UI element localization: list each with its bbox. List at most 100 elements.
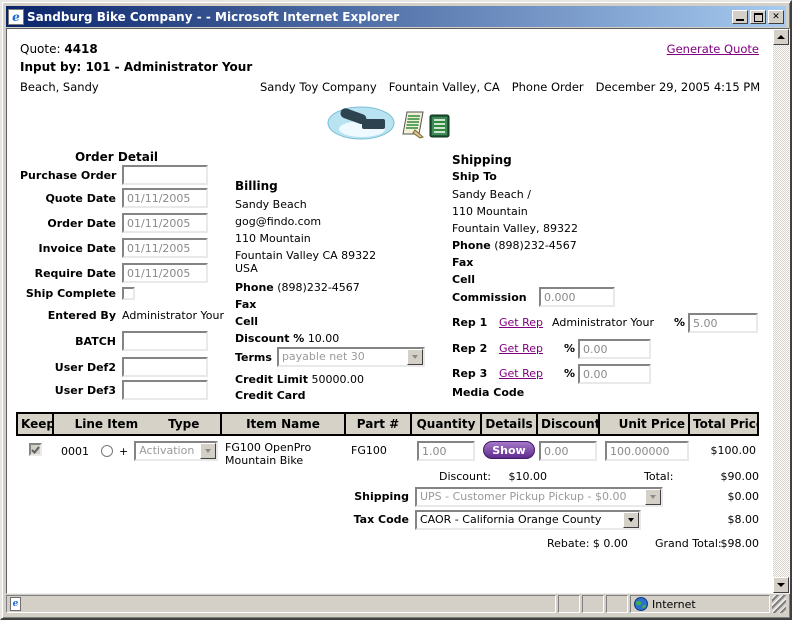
user-def3-label: User Def3 — [20, 384, 122, 397]
page-icon: e — [10, 597, 21, 611]
rep1-pct-label: % — [674, 316, 685, 329]
line-discount-input — [539, 441, 597, 461]
line-type-select: Activation — [134, 441, 218, 461]
shipping-phone-label: Phone — [452, 239, 491, 252]
show-details-button[interactable]: Show — [483, 441, 535, 459]
window-title: Sandburg Bike Company - - Microsoft Inte… — [27, 10, 732, 24]
company-name: Sandy Toy Company — [260, 80, 377, 94]
billing-fax-label: Fax — [235, 298, 256, 311]
billing-address2: Fountain Valley CA 89322 — [235, 249, 376, 262]
order-date-input — [122, 213, 208, 233]
status-panel-2 — [582, 595, 604, 613]
quote-number: 4418 — [64, 42, 97, 56]
order-type: Phone Order — [512, 80, 584, 94]
shipping-heading: Shipping — [452, 153, 512, 167]
billing-cell-label: Cell — [235, 315, 258, 328]
order-discount-value: $10.00 — [477, 470, 547, 483]
shipping-method-label: Shipping — [309, 490, 409, 503]
line-items-table: Keep Line ItemType Item Name Part # Quan… — [16, 412, 759, 467]
rep2-pct-input — [578, 339, 651, 359]
rep2-get-rep-link[interactable]: Get Rep — [499, 342, 543, 355]
entered-by-value: Administrator Your — [122, 309, 224, 322]
col-line-item: Line Item — [75, 417, 138, 431]
status-panel-1 — [558, 595, 580, 613]
rep3-get-rep-link[interactable]: Get Rep — [499, 367, 543, 380]
shipping-dropdown-arrow — [645, 489, 661, 505]
expand-line-button[interactable]: + — [119, 445, 128, 458]
line-number: 0001 — [61, 445, 89, 458]
ship-complete-checkbox[interactable] — [122, 287, 135, 300]
billing-phone-label: Phone — [235, 281, 274, 294]
grand-total-value: $98.00 — [689, 537, 759, 550]
ship-to-label: Ship To — [452, 170, 497, 183]
line-type-radio[interactable] — [101, 445, 113, 457]
terms-selected-value: payable net 30 — [279, 349, 407, 365]
terms-select: payable net 30 — [277, 347, 425, 367]
status-main-panel: e — [6, 595, 556, 613]
browser-client-area: Quote: 4418 Generate Quote Input by: 101… — [6, 28, 790, 594]
close-button[interactable]: ✕ — [768, 10, 784, 24]
user-def2-label: User Def2 — [20, 361, 122, 374]
address-book-icon[interactable] — [428, 113, 451, 142]
batch-input[interactable] — [122, 331, 208, 351]
billing-heading: Billing — [235, 179, 278, 193]
quote-date-input — [122, 188, 208, 208]
title-bar: e Sandburg Bike Company - - Microsoft In… — [6, 6, 786, 27]
scroll-up-button[interactable] — [773, 29, 789, 45]
billing-email: gog@findo.com — [235, 215, 321, 228]
line-type-selected: Activation — [136, 443, 200, 459]
notes-icon[interactable] — [401, 110, 426, 142]
rep1-label: Rep 1 — [452, 316, 487, 329]
tax-amount: $8.00 — [689, 513, 759, 526]
billing-phone-value: (898)232-4567 — [277, 281, 360, 294]
terms-label: Terms — [235, 351, 272, 364]
globe-icon — [634, 597, 648, 611]
item-name: FG100 OpenPro Mountain Bike — [221, 435, 345, 467]
input-by-line: Input by: 101 - Administrator Your — [20, 60, 252, 74]
logo-oval-icon[interactable] — [327, 106, 395, 143]
rep1-get-rep-link[interactable]: Get Rep — [499, 316, 543, 329]
resize-grip[interactable] — [772, 595, 786, 613]
col-unit-price: Unit Price — [599, 413, 689, 435]
status-bar: e Internet — [6, 594, 786, 614]
col-quantity: Quantity — [411, 413, 481, 435]
scroll-up-icon — [777, 35, 785, 39]
col-details: Details — [481, 413, 537, 435]
rep3-pct-input — [578, 364, 651, 384]
commission-label: Commission — [452, 291, 539, 304]
rep3-label: Rep 3 — [452, 367, 487, 380]
col-part-number: Part # — [345, 413, 411, 435]
scroll-down-button[interactable] — [773, 577, 789, 593]
ship-complete-label: Ship Complete — [20, 287, 122, 300]
user-def2-input[interactable] — [122, 357, 208, 377]
rep2-pct-label: % — [564, 342, 575, 355]
ship-to-name: Sandy Beach / — [452, 188, 531, 201]
credit-limit-label: Credit Limit — [235, 373, 308, 386]
terms-dropdown-arrow — [407, 349, 423, 365]
line-total-price: $100.00 — [689, 435, 758, 467]
shipping-amount: $0.00 — [689, 490, 759, 503]
vertical-scrollbar[interactable] — [773, 29, 789, 593]
user-def3-input[interactable] — [122, 380, 208, 400]
shipping-method-selected: UPS - Customer Pickup Pickup - $0.00 — [417, 489, 645, 505]
maximize-button[interactable] — [750, 10, 766, 24]
tax-code-select[interactable]: CAOR - California Orange County — [415, 510, 641, 530]
ie-logo-icon: e — [8, 9, 24, 25]
invoice-date-input — [122, 238, 208, 258]
commission-input — [539, 287, 615, 307]
rep2-label: Rep 2 — [452, 342, 487, 355]
rep1-name: Administrator Your — [552, 316, 654, 329]
browser-window: e Sandburg Bike Company - - Microsoft In… — [0, 0, 792, 620]
customer-name: Beach, Sandy — [20, 80, 99, 94]
col-total-price: Total Price — [689, 413, 758, 435]
keep-checkbox — [29, 443, 42, 456]
tax-code-label: Tax Code — [309, 513, 409, 526]
minimize-icon — [736, 19, 744, 21]
ship-to-address2: Fountain Valley, 89322 — [452, 222, 578, 235]
quote-label: Quote: — [20, 42, 61, 56]
col-keep: Keep — [17, 413, 53, 435]
purchase-order-input[interactable] — [122, 165, 208, 185]
generate-quote-link[interactable]: Generate Quote — [667, 42, 759, 56]
ship-to-address1: 110 Mountain — [452, 205, 528, 218]
minimize-button[interactable] — [732, 10, 748, 24]
